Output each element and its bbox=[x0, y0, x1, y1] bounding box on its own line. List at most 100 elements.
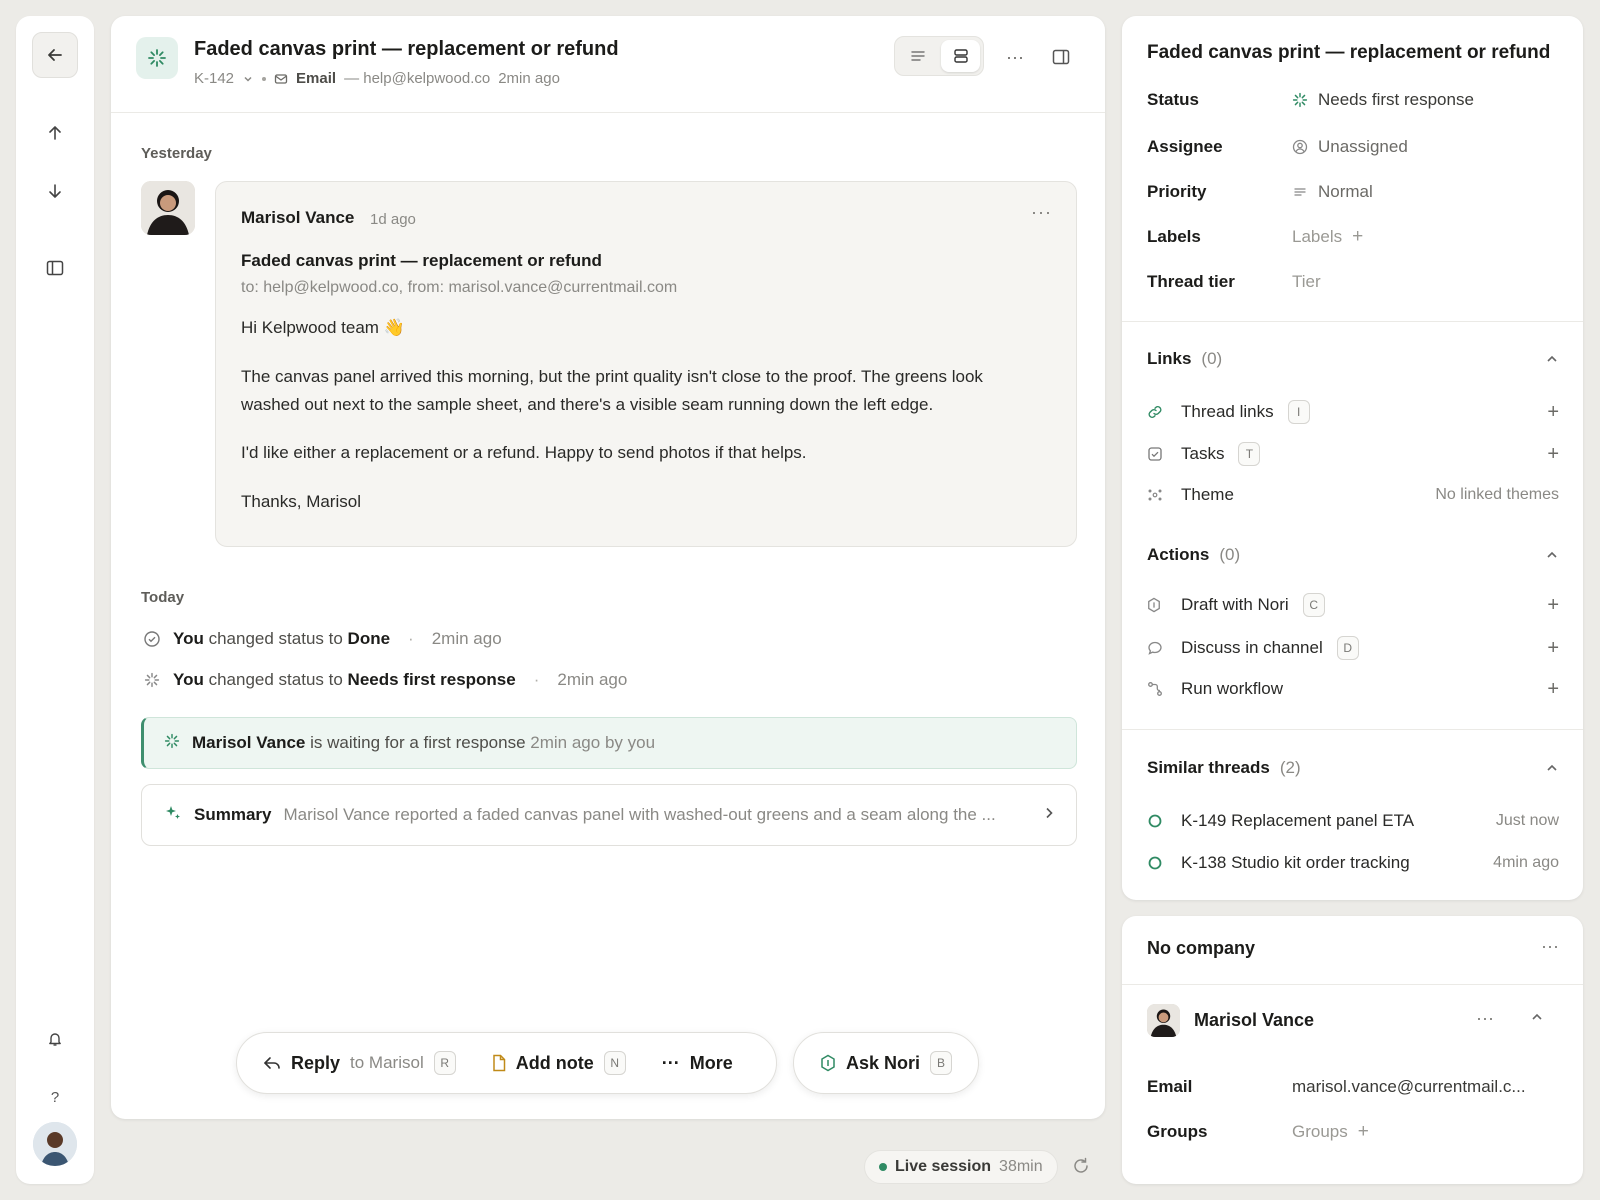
ellipsis-icon: ··· bbox=[1541, 936, 1559, 956]
sender-avatar[interactable] bbox=[141, 181, 195, 235]
row-label: K-138 Studio kit order tracking bbox=[1181, 853, 1410, 872]
live-session-badge[interactable]: Live session 38min bbox=[864, 1150, 1058, 1184]
plus-icon[interactable]: + bbox=[1547, 678, 1559, 701]
needs-response-icon bbox=[141, 669, 163, 691]
property-labels[interactable]: Labels Labels + bbox=[1147, 222, 1559, 252]
mail-icon bbox=[274, 73, 288, 84]
workflow-icon bbox=[1147, 681, 1181, 697]
links-section-header[interactable]: Links (0) bbox=[1147, 349, 1559, 369]
more-label: More bbox=[689, 1052, 733, 1073]
action-row-discuss-in-channel[interactable]: Discuss in channel D + bbox=[1147, 633, 1559, 663]
customer-email-row[interactable]: Email marisol.vance@currentmail.c... bbox=[1147, 1072, 1559, 1102]
plus-icon[interactable]: + bbox=[1547, 637, 1559, 660]
status-value: Needs first response bbox=[1318, 90, 1474, 109]
plus-icon[interactable]: + bbox=[1547, 594, 1559, 617]
customer-email[interactable]: marisol.vance@currentmail.c... bbox=[1292, 1077, 1526, 1097]
link-row-tasks[interactable]: Tasks T + bbox=[1147, 439, 1559, 469]
company-more-button[interactable]: ··· bbox=[1541, 936, 1559, 957]
similar-thread-item[interactable]: K-149 Replacement panel ETA Just now bbox=[1147, 806, 1559, 836]
similar-count: (2) bbox=[1279, 758, 1301, 777]
note-icon bbox=[492, 1054, 505, 1072]
toggle-details-button[interactable] bbox=[1048, 44, 1074, 70]
customer-avatar-image bbox=[1147, 1004, 1180, 1037]
needs-response-icon bbox=[136, 37, 178, 79]
message-greeting: Hi Kelpwood team 👋 bbox=[241, 318, 405, 337]
similar-threads-header[interactable]: Similar threads (2) bbox=[1147, 758, 1559, 778]
row-shortcut: T bbox=[1238, 442, 1261, 466]
reply-icon bbox=[264, 1057, 280, 1069]
customer-name[interactable]: Marisol Vance bbox=[1194, 1010, 1314, 1031]
actions-section-header[interactable]: Actions (0) bbox=[1147, 545, 1559, 565]
chevron-up-icon bbox=[1547, 551, 1557, 558]
arrow-down-icon bbox=[49, 184, 61, 198]
open-status-icon bbox=[1147, 813, 1181, 829]
row-label: Run workflow bbox=[1181, 679, 1284, 698]
row-value: No linked themes bbox=[1435, 486, 1559, 503]
plus-icon[interactable]: + bbox=[1358, 1121, 1369, 1143]
help-button[interactable]: ? bbox=[32, 1074, 78, 1120]
more-actions-button[interactable]: ··· More bbox=[644, 1053, 751, 1074]
collapse-customer-button[interactable] bbox=[1530, 1010, 1544, 1029]
thread-title: Faded canvas print — replacement or refu… bbox=[194, 38, 619, 60]
summary-label: Summary bbox=[194, 805, 272, 824]
chevron-down-icon[interactable] bbox=[242, 73, 254, 85]
activity-time: 2min ago bbox=[431, 629, 502, 648]
action-row-run-workflow[interactable]: Run workflow + bbox=[1147, 674, 1559, 704]
thread-meta: K-142 Email — help@kelpwood.co 2min ago bbox=[194, 70, 560, 87]
ask-nori-button[interactable]: Ask Nori B bbox=[793, 1032, 979, 1094]
similar-thread-item[interactable]: K-138 Studio kit order tracking 4min ago bbox=[1147, 848, 1559, 878]
previous-thread-button[interactable] bbox=[32, 110, 78, 156]
link-row-thread-links[interactable]: Thread links I + bbox=[1147, 397, 1559, 427]
ellipsis-icon: ··· bbox=[661, 1052, 680, 1073]
customer-more-button[interactable]: ··· bbox=[1476, 1008, 1494, 1029]
user-avatar-image bbox=[33, 1122, 77, 1166]
row-label: Tasks bbox=[1181, 444, 1225, 463]
activity-actor: You bbox=[173, 629, 204, 648]
next-thread-button[interactable] bbox=[32, 168, 78, 214]
refresh-button[interactable] bbox=[1072, 1157, 1090, 1180]
back-button[interactable] bbox=[32, 32, 78, 78]
property-label: Assignee bbox=[1147, 137, 1223, 156]
property-assignee[interactable]: Assignee Unassigned bbox=[1147, 132, 1559, 162]
live-duration: 38min bbox=[999, 1158, 1043, 1175]
reply-button[interactable]: Reply to Marisol R bbox=[237, 1051, 474, 1075]
plus-icon[interactable]: + bbox=[1547, 401, 1559, 424]
message-signoff: Thanks, Marisol bbox=[241, 492, 361, 511]
property-status[interactable]: Status Needs first response bbox=[1147, 85, 1559, 115]
compact-view-button[interactable] bbox=[898, 40, 937, 72]
toggle-sidebar-button[interactable] bbox=[32, 245, 78, 291]
message-sender[interactable]: Marisol Vance bbox=[241, 208, 354, 228]
plus-icon[interactable]: + bbox=[1352, 226, 1363, 248]
sender-avatar-image bbox=[141, 181, 195, 235]
ellipsis-icon: ··· bbox=[1006, 46, 1024, 67]
thread-id[interactable]: K-142 bbox=[194, 70, 234, 87]
customer-groups-row[interactable]: Groups Groups + bbox=[1147, 1117, 1559, 1147]
ellipsis-icon: ··· bbox=[1476, 1008, 1494, 1028]
plus-icon[interactable]: + bbox=[1547, 443, 1559, 466]
action-row-draft-with-nori[interactable]: Draft with Nori C + bbox=[1147, 590, 1559, 620]
user-avatar[interactable] bbox=[33, 1122, 77, 1166]
summary-card[interactable]: Summary Marisol Vance reported a faded c… bbox=[141, 784, 1077, 846]
property-thread-tier[interactable]: Thread tier Tier bbox=[1147, 267, 1559, 297]
nori-hexagon-icon bbox=[821, 1054, 835, 1072]
conversation-header: Faded canvas print — replacement or refu… bbox=[111, 16, 1105, 113]
refresh-icon bbox=[1074, 1157, 1088, 1173]
row-label: Thread links bbox=[1181, 402, 1274, 421]
chevron-right-icon bbox=[1042, 805, 1056, 825]
live-dot bbox=[879, 1163, 887, 1171]
composer-actions: Reply to Marisol R Add note N ··· More bbox=[236, 1032, 777, 1094]
more-options-button[interactable]: ··· bbox=[1002, 44, 1028, 70]
row-shortcut: C bbox=[1302, 593, 1325, 617]
day-divider-today: Today bbox=[141, 589, 185, 606]
company-name[interactable]: No company bbox=[1147, 938, 1255, 959]
expanded-view-button[interactable] bbox=[941, 40, 980, 72]
link-row-theme[interactable]: Theme No linked themes bbox=[1147, 480, 1559, 510]
property-label: Thread tier bbox=[1147, 272, 1235, 291]
message-more-button[interactable]: ··· bbox=[1031, 202, 1052, 223]
separator-dot: · bbox=[408, 629, 414, 648]
property-priority[interactable]: Priority Normal bbox=[1147, 177, 1559, 207]
notifications-button[interactable] bbox=[32, 1016, 78, 1062]
add-note-button[interactable]: Add note N bbox=[474, 1051, 644, 1075]
row-time: 4min ago bbox=[1493, 854, 1559, 871]
chevron-up-icon bbox=[1547, 355, 1557, 362]
